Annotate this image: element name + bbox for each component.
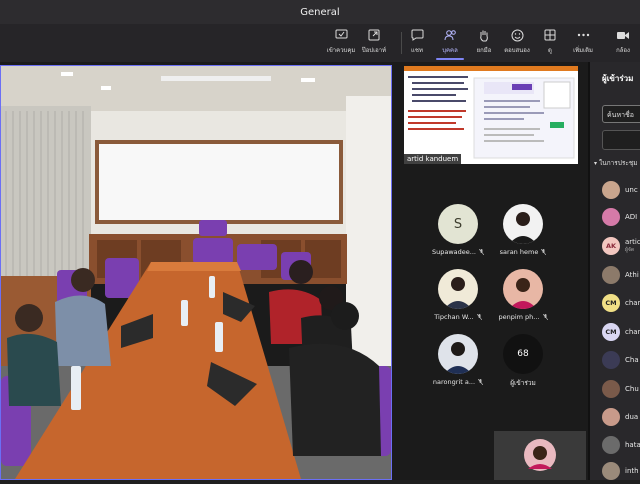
avatar xyxy=(503,204,543,244)
participant-tile[interactable]: penpim ph... xyxy=(484,269,562,321)
view-icon xyxy=(543,28,557,42)
avatar: S xyxy=(438,204,478,244)
window-title: General xyxy=(300,6,340,18)
invite-input[interactable] xyxy=(602,130,640,150)
panel-title: ผู้เข้าร่วม xyxy=(602,74,634,83)
participant-row[interactable]: AK artic ผู้จัด xyxy=(602,237,640,255)
camera-button[interactable]: กล้อง xyxy=(606,28,640,55)
participant-row[interactable]: CM char xyxy=(602,323,640,341)
meeting-stage: artid kanduem S Supawadee... saran heme … xyxy=(0,62,640,480)
more-participants-tile[interactable]: 68 ผู้เข้าร่วม xyxy=(484,334,562,388)
more-icon xyxy=(576,28,590,42)
avatar xyxy=(602,266,620,284)
participants-panel: ผู้เข้าร่วม ค้นหาชื่อ ▾ ในการประชุม unc … xyxy=(590,62,640,480)
popout-button[interactable]: ป๊อปเอาท์ xyxy=(353,28,395,55)
participant-row[interactable]: Chu xyxy=(602,380,639,398)
participant-row[interactable]: dua xyxy=(602,408,638,426)
participant-row[interactable]: inth xyxy=(602,462,639,480)
chevron-down-icon: ▾ xyxy=(594,160,598,167)
muted-mic-icon xyxy=(542,314,548,320)
conference-room-video xyxy=(1,66,391,479)
chat-icon xyxy=(410,28,424,42)
avatar xyxy=(602,380,620,398)
search-input[interactable]: ค้นหาชื่อ xyxy=(602,105,640,123)
participant-row[interactable]: unc xyxy=(602,181,638,199)
avatar xyxy=(438,269,478,309)
avatar: AK xyxy=(602,237,620,255)
avatar xyxy=(602,408,620,426)
avatar xyxy=(438,334,478,374)
meeting-toolbar: เข้าควบคุม ป๊อปเอาท์ แชท บุคคล ยกมือ ตอบ… xyxy=(0,24,640,62)
avatar xyxy=(602,208,620,226)
raise-hand-icon xyxy=(477,28,491,42)
shared-screen[interactable]: artid kanduem xyxy=(404,66,578,164)
more-button[interactable]: เพิ่มเติม xyxy=(562,28,604,55)
shared-screen-content xyxy=(404,66,578,164)
avatar xyxy=(602,351,620,369)
window-titlebar: General xyxy=(0,0,640,24)
muted-mic-icon xyxy=(476,314,482,320)
participant-row[interactable]: Athi xyxy=(602,266,639,284)
self-view[interactable] xyxy=(494,431,586,480)
avatar xyxy=(602,181,620,199)
cast-icon xyxy=(334,28,348,42)
muted-mic-icon xyxy=(478,379,484,385)
popout-icon xyxy=(367,28,381,42)
people-icon xyxy=(443,28,457,42)
react-icon xyxy=(510,28,524,42)
avatar xyxy=(503,269,543,309)
participant-row[interactable]: CM char xyxy=(602,294,640,312)
presenter-name: artid kanduem xyxy=(404,154,462,164)
camera-icon xyxy=(616,28,630,42)
avatar xyxy=(602,462,620,480)
avatar xyxy=(602,436,620,454)
participant-count-badge: 68 xyxy=(503,334,543,374)
muted-mic-icon xyxy=(541,249,547,255)
avatar: CM xyxy=(602,294,620,312)
main-video-feed[interactable] xyxy=(0,65,392,480)
participant-row[interactable]: Cha xyxy=(602,351,639,369)
participant-tile[interactable]: saran heme xyxy=(484,204,562,256)
participant-row[interactable]: hata xyxy=(602,436,640,454)
avatar: CM xyxy=(602,323,620,341)
participant-row[interactable]: ADI xyxy=(602,208,637,226)
in-meeting-group-header[interactable]: ▾ ในการประชุม xyxy=(594,158,638,168)
